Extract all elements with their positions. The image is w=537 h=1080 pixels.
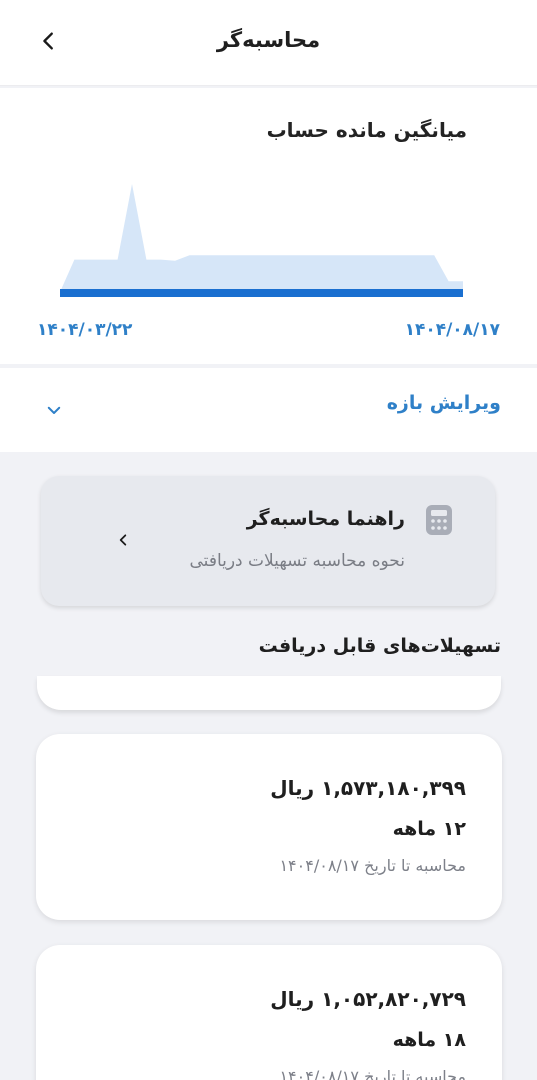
loan-term: ۱۲ ماهه [392,818,466,840]
chevron-down-icon [42,398,66,422]
loan-term: ۱۸ ماهه [392,1029,466,1051]
loan-card-partial[interactable] [37,676,501,710]
page-title: محاسبه‌گر [216,28,321,52]
guide-subtitle: نحوه محاسبه تسهیلات دریافتی [189,551,405,571]
calculator-icon [426,505,452,535]
chart-start-date: ۱۴۰۴/۰۳/۲۲ [37,320,133,340]
loan-card[interactable]: ۱,۵۷۳,۱۸۰,۳۹۹ ریال ۱۲ ماهه محاسبه تا تار… [36,734,502,920]
loan-amount: ۱,۵۷۳,۱۸۰,۳۹۹ ریال [270,776,466,800]
loan-calc-date: محاسبه تا تاریخ ۱۴۰۴/۰۸/۱۷ [279,856,466,875]
chart-end-date: ۱۴۰۴/۰۸/۱۷ [404,320,500,340]
edit-range-toggle[interactable]: ویرایش بازه [0,368,537,452]
loan-card[interactable]: ۱,۰۵۲,۸۲۰,۷۲۹ ریال ۱۸ ماهه محاسبه تا تار… [36,945,502,1080]
balance-chart-card: میانگین مانده حساب ۱۴۰۴/۰۳/۲۲ ۱۴۰۴/۰۸/۱۷ [0,88,537,364]
chevron-left-icon [113,530,133,550]
loan-amount: ۱,۰۵۲,۸۲۰,۷۲۹ ریال [270,987,466,1011]
loans-section-title: تسهیلات‌های قابل دریافت [258,635,501,657]
edit-range-label: ویرایش بازه [386,392,501,414]
loan-calc-date: محاسبه تا تاریخ ۱۴۰۴/۰۸/۱۷ [279,1067,466,1080]
chart-area-series [60,184,463,292]
calculator-guide-card[interactable]: راهنما محاسبه‌گر نحوه محاسبه تسهیلات دری… [41,476,495,606]
app-header: محاسبه‌گر [0,0,537,86]
guide-title: راهنما محاسبه‌گر [246,508,405,530]
chart-baseline [60,289,463,297]
